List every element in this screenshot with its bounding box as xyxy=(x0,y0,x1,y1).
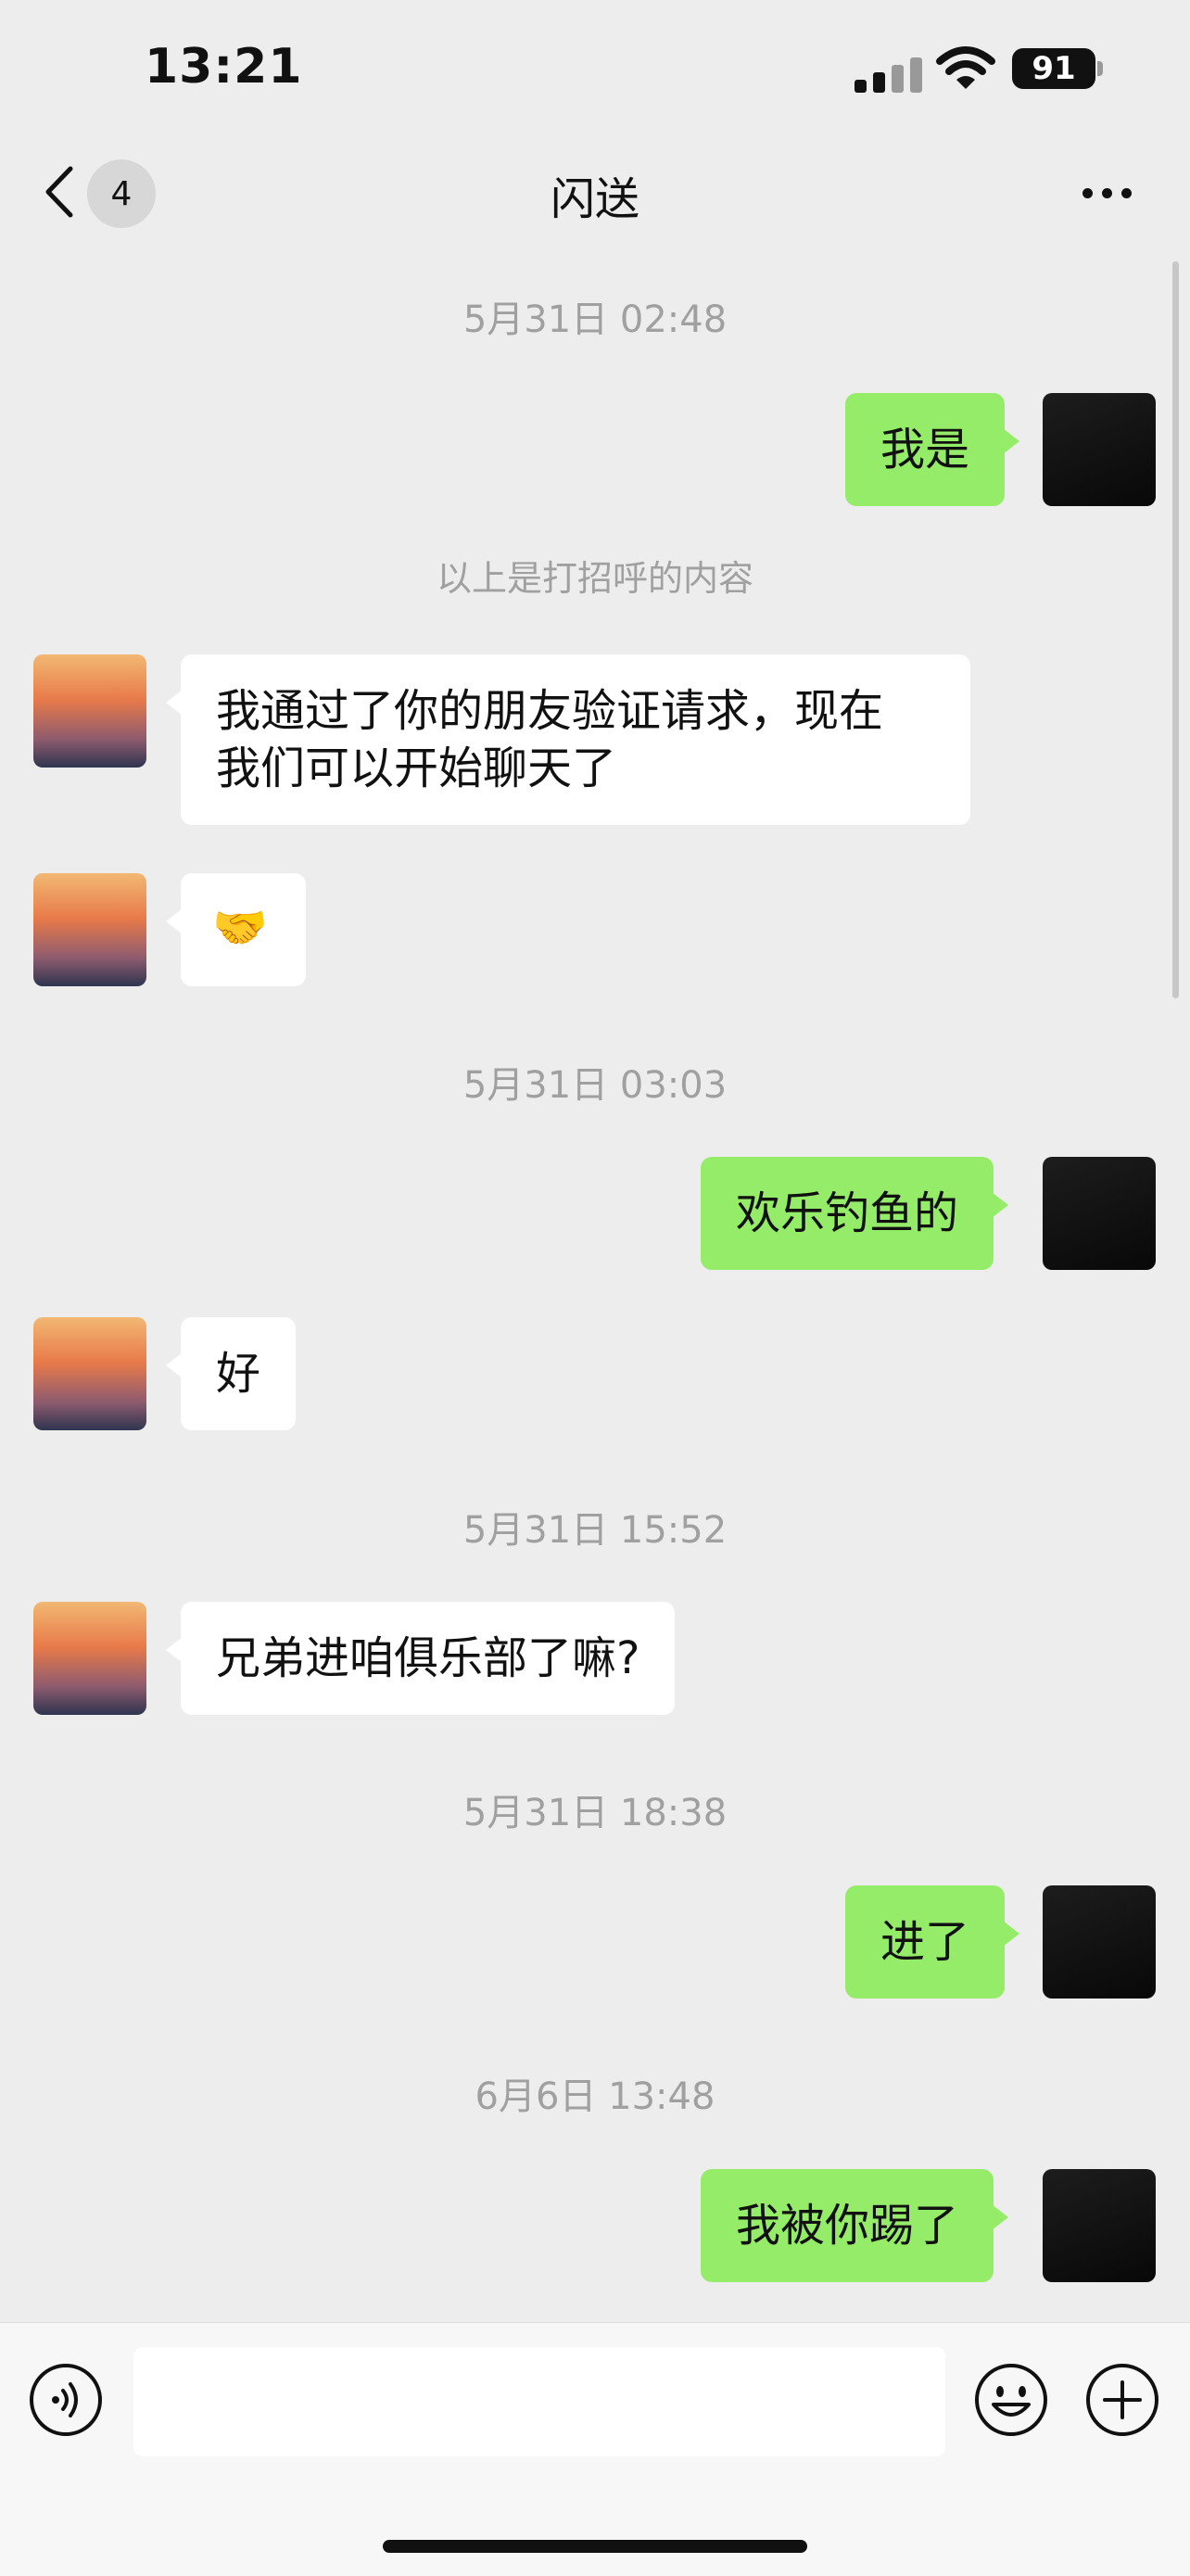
message-bubble-self[interactable]: 我是 xyxy=(845,393,1020,506)
timestamp: 5月31日 18:38 xyxy=(462,1792,728,1834)
message-input[interactable] xyxy=(133,2347,945,2456)
battery-level: 91 xyxy=(1012,48,1095,89)
message-bubble-self[interactable]: 欢乐钓鱼的 xyxy=(701,1157,1009,1270)
message-text-line: 我通过了你的朋友验证请求，现在 xyxy=(216,685,884,737)
message-bubble-self[interactable]: 进了 xyxy=(845,1885,1020,1999)
message-text: 进了 xyxy=(880,1916,970,1968)
timestamp: 6月6日 13:48 xyxy=(475,2075,715,2118)
battery-cap xyxy=(1097,61,1103,76)
plus-icon[interactable] xyxy=(1084,2362,1160,2438)
avatar-self[interactable] xyxy=(1043,1157,1156,1270)
message-text-line: 我们可以开始聊天了 xyxy=(216,742,617,794)
avatar-contact[interactable] xyxy=(33,654,146,768)
message-bubble-self[interactable]: 我被你踢了 xyxy=(701,2169,1009,2282)
message-bubble-other[interactable]: 兄弟进咱俱乐部了嘛? xyxy=(165,1602,676,1715)
timestamp: 5月31日 02:48 xyxy=(462,298,728,341)
message-bubble-other[interactable]: 我通过了你的朋友验证请求，现在 我们可以开始聊天了 xyxy=(166,654,970,825)
message-text: 好 xyxy=(216,1348,261,1400)
greeting-notice: 以上是打招呼的内容 xyxy=(436,558,753,599)
message-text: 欢乐钓鱼的 xyxy=(736,1187,959,1239)
avatar-self[interactable] xyxy=(1043,393,1156,506)
wifi-icon xyxy=(936,46,995,89)
message-text: 我是 xyxy=(880,424,970,476)
avatar-self[interactable] xyxy=(1043,2169,1156,2282)
chat-title: 闪送 xyxy=(550,173,639,225)
emoji-icon[interactable] xyxy=(973,2362,1049,2438)
avatar-contact[interactable] xyxy=(33,873,146,986)
message-bubble-other[interactable]: 好 xyxy=(165,1317,297,1430)
more-dots-icon[interactable] xyxy=(1082,174,1142,211)
home-indicator[interactable] xyxy=(383,2540,807,2553)
timestamp: 5月31日 03:03 xyxy=(462,1064,728,1107)
message-text: 我被你踢了 xyxy=(736,2200,959,2252)
message-bubble-other[interactable]: 🤝 xyxy=(166,873,306,986)
timestamp: 5月31日 15:52 xyxy=(462,1509,728,1552)
avatar-self[interactable] xyxy=(1043,1885,1156,1999)
message-text: 兄弟进咱俱乐部了嘛? xyxy=(216,1632,640,1684)
cellular-signal-icon xyxy=(855,56,923,93)
avatar-contact[interactable] xyxy=(33,1602,146,1715)
scrollbar[interactable] xyxy=(1172,261,1179,998)
status-time: 13:21 xyxy=(145,39,303,95)
voice-icon[interactable] xyxy=(28,2362,104,2438)
status-bar: 13:21 91 xyxy=(0,0,1190,139)
avatar-contact[interactable] xyxy=(33,1317,146,1430)
handshake-emoji: 🤝 xyxy=(212,902,268,954)
